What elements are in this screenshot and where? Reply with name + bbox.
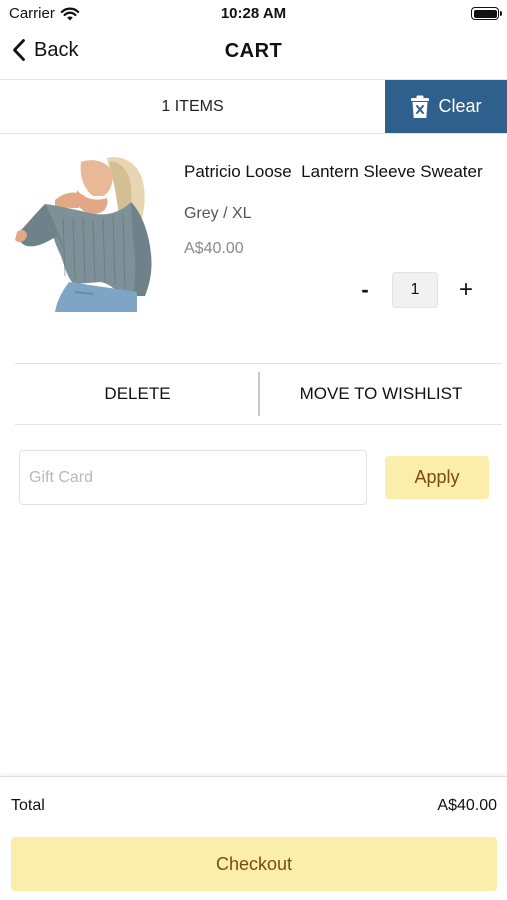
item-actions: DELETE MOVE TO WISHLIST [15,363,502,425]
navigation-bar: Back CART [0,28,507,78]
status-bar: Carrier 10:28 AM [0,0,507,28]
product-price: A$40.00 [184,240,244,257]
trash-icon [411,95,430,118]
sweater-product-image[interactable] [15,156,155,312]
delete-button[interactable]: DELETE [15,364,260,424]
apply-gift-card-button[interactable]: Apply [385,456,489,499]
clock: 10:28 AM [220,5,287,22]
move-to-wishlist-button[interactable]: MOVE TO WISHLIST [260,364,502,424]
quantity-increase-button[interactable]: + [454,276,478,306]
cart-summary-bar: 1 ITEMS Clear [0,79,507,134]
total-value: A$40.00 [437,797,497,814]
clear-label: Clear [438,96,482,116]
clear-cart-button[interactable]: Clear [385,80,507,133]
chevron-left-icon [13,39,25,61]
back-label: Back [34,38,79,61]
checkout-button[interactable]: Checkout [11,837,497,891]
back-button[interactable]: Back [12,38,78,62]
product-name[interactable]: Patricio Loose Lantern Sleeve Sweater [184,162,483,182]
checkout-footer: Total A$40.00 Checkout [0,776,507,900]
gift-card-input[interactable] [19,450,367,505]
quantity-decrease-button[interactable]: - [354,276,376,306]
battery-icon [471,7,502,20]
product-variant: Grey / XL [184,205,252,222]
items-count: 1 ITEMS [161,98,224,115]
quantity-value: 1 [392,272,438,308]
total-label: Total [11,797,45,814]
